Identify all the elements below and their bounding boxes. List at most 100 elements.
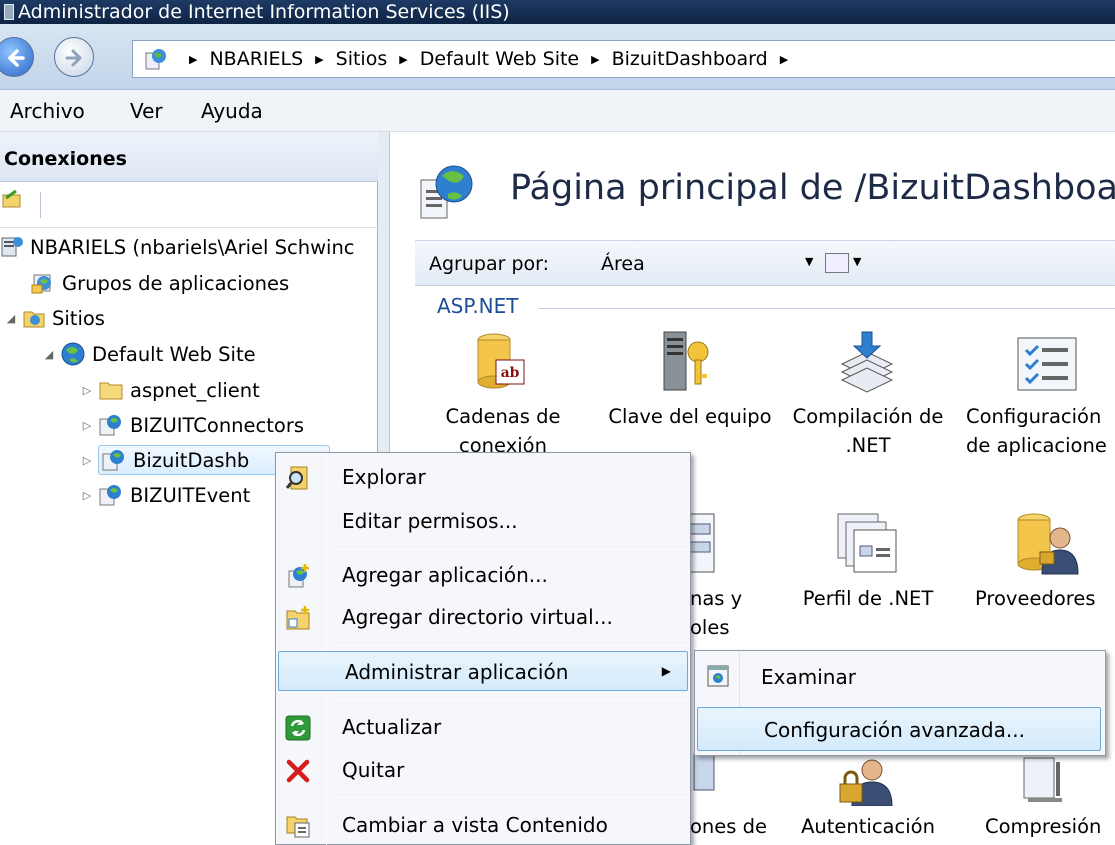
tree-item-label: BizuitDashb: [133, 448, 250, 472]
group-by-select[interactable]: Área: [601, 253, 645, 275]
menu-item-actualizar[interactable]: Actualizar: [276, 707, 690, 747]
tree-item-bizuitevent[interactable]: ▷ BIZUITEvent: [80, 480, 251, 510]
submenu-arrow-icon: ▶: [661, 664, 671, 678]
feature-net-profile[interactable]: Perfil de .NET: [783, 584, 953, 613]
menu-ver[interactable]: Ver: [130, 99, 163, 123]
menu-item-agregar-directorio-virtual[interactable]: Agregar directorio virtual...: [276, 597, 690, 637]
address-breadcrumb[interactable]: ▶ NBARIELS ▶ Sitios ▶ Default Web Site ▶…: [132, 40, 1115, 78]
connections-header: Conexiones: [0, 132, 378, 182]
breadcrumb-separator-icon: ▶: [315, 52, 324, 66]
submenu-administrar-aplicacion: Examinar Configuración avanzada...: [694, 650, 1106, 756]
window-title-bar: Administrador de Internet Information Se…: [0, 0, 1115, 24]
collapse-arrow-icon[interactable]: ◢: [42, 348, 56, 361]
explore-icon: [285, 466, 308, 490]
breadcrumb-default-web-site[interactable]: Default Web Site: [420, 48, 579, 70]
breadcrumb-expand-icon[interactable]: ▶: [780, 53, 788, 66]
feature-compression[interactable]: Compresión: [985, 812, 1115, 841]
back-button[interactable]: [0, 37, 34, 77]
expand-arrow-icon[interactable]: ▷: [80, 384, 94, 397]
breadcrumb-bizuitdashboard[interactable]: BizuitDashboard: [612, 48, 768, 70]
menu-archivo[interactable]: Archivo: [10, 99, 85, 123]
breadcrumb-separator-icon: ▶: [399, 52, 408, 66]
chevron-down-icon[interactable]: ▼: [805, 255, 813, 268]
arrow-left-icon: [8, 49, 25, 67]
tree-item-label: BIZUITConnectors: [130, 413, 305, 437]
feature-pages-controls[interactable]: nas y oles: [690, 584, 742, 642]
breadcrumb-separator-icon: ▶: [591, 52, 600, 66]
connection-strings-icon[interactable]: ab: [474, 332, 526, 392]
svg-text:ab: ab: [501, 365, 520, 381]
tree-item-label: Sitios: [52, 306, 105, 330]
group-by-label: Agrupar por:: [429, 253, 550, 275]
feature-providers[interactable]: Proveedores: [975, 584, 1115, 613]
view-mode-icon[interactable]: [825, 253, 849, 273]
profile-icon[interactable]: [836, 512, 900, 576]
machine-key-icon[interactable]: [660, 330, 718, 394]
menu-item-explorar[interactable]: Explorar: [276, 457, 690, 497]
feature-net-compilation[interactable]: Compilación de .NET: [783, 402, 953, 460]
menu-item-agregar-aplicacion[interactable]: Agregar aplicación...: [276, 555, 690, 595]
app-pool-icon: [31, 274, 51, 294]
feature-partial[interactable]: ones de: [690, 812, 790, 841]
tree-item-default-web-site[interactable]: ◢ Default Web Site: [42, 339, 256, 369]
tree-item-bizuitconnectors[interactable]: ▷ BIZUITConnectors: [80, 410, 304, 440]
remove-icon: [286, 759, 310, 783]
forward-button[interactable]: [54, 37, 94, 77]
expand-arrow-icon[interactable]: ▷: [80, 419, 94, 432]
feature-authentication[interactable]: Autenticación: [783, 812, 953, 841]
tree-item-app-pools[interactable]: Grupos de aplicaciones: [30, 268, 289, 298]
web-app-icon: [102, 450, 124, 471]
tree-item-aspnet-client[interactable]: ▷ aspnet_client: [80, 375, 260, 405]
breadcrumb-sitios[interactable]: Sitios: [336, 48, 388, 70]
folder-icon: [99, 382, 123, 400]
globe-icon: [61, 342, 85, 366]
menu-item-administrar-aplicacion[interactable]: Administrar aplicación ▶: [278, 651, 688, 691]
add-application-icon: [288, 564, 309, 588]
sites-folder-icon: [23, 311, 45, 328]
feature-app-settings[interactable]: Configuración de aplicacione: [966, 402, 1115, 460]
tree-item-label: Grupos de aplicaciones: [62, 271, 290, 295]
toolbar-separator: [40, 192, 41, 218]
menu-item-editar-permisos[interactable]: Editar permisos...: [276, 501, 690, 541]
connections-title: Conexiones: [4, 148, 127, 170]
menu-separator: [336, 549, 686, 550]
tree-item-sitios[interactable]: ◢ Sitios: [4, 303, 105, 333]
connections-toolbar: [0, 182, 378, 228]
menu-ayuda[interactable]: Ayuda: [201, 99, 263, 123]
app-settings-icon[interactable]: [1016, 336, 1078, 392]
tree-item-label: BIZUITEvent: [130, 483, 251, 507]
context-menu: Explorar Editar permisos... Agregar apli…: [275, 452, 691, 845]
expand-arrow-icon[interactable]: ▷: [80, 489, 94, 502]
page-title: Página principal de /BizuitDashboarc: [510, 168, 1115, 208]
page-globe-icon: [420, 165, 473, 219]
compilation-icon[interactable]: [838, 330, 896, 394]
app-icon: [4, 4, 14, 20]
breadcrumb-separator-icon: ▶: [189, 52, 198, 66]
menu-bar: Archivo Ver Ayuda: [0, 90, 1115, 132]
providers-icon[interactable]: [1014, 512, 1080, 576]
connect-icon[interactable]: [2, 190, 22, 208]
window-title: Administrador de Internet Information Se…: [18, 1, 510, 23]
compression-icon[interactable]: [1018, 754, 1068, 804]
menu-item-quitar[interactable]: Quitar: [276, 750, 690, 790]
feature-machine-key[interactable]: Clave del equipo: [595, 402, 785, 431]
add-virtual-directory-icon: [286, 606, 310, 630]
menu-separator: [336, 645, 686, 646]
tree-item-server[interactable]: NBARIELS (nbariels\Ariel Schwinc: [0, 232, 355, 262]
content-view-icon: [286, 816, 310, 838]
web-app-icon: [99, 485, 121, 506]
server-icon: [1, 237, 23, 257]
tree-item-label: NBARIELS (nbariels\Ariel Schwinc: [30, 235, 355, 259]
menu-item-examinar[interactable]: Examinar: [695, 655, 1105, 699]
menu-separator: [336, 699, 686, 700]
navigation-bar: ▶ NBARIELS ▶ Sitios ▶ Default Web Site ▶…: [0, 24, 1115, 90]
expand-arrow-icon[interactable]: ▷: [80, 454, 94, 467]
arrow-right-icon: [65, 49, 82, 67]
breadcrumb-nbariels[interactable]: NBARIELS: [209, 48, 303, 70]
refresh-icon: [285, 715, 311, 741]
chevron-down-icon[interactable]: ▼: [853, 255, 861, 268]
authentication-icon[interactable]: [836, 756, 894, 806]
collapse-arrow-icon[interactable]: ◢: [4, 312, 18, 325]
menu-item-cambiar-vista-contenido[interactable]: Cambiar a vista Contenido: [276, 805, 690, 845]
menu-item-configuracion-avanzada[interactable]: Configuración avanzada...: [697, 707, 1101, 751]
